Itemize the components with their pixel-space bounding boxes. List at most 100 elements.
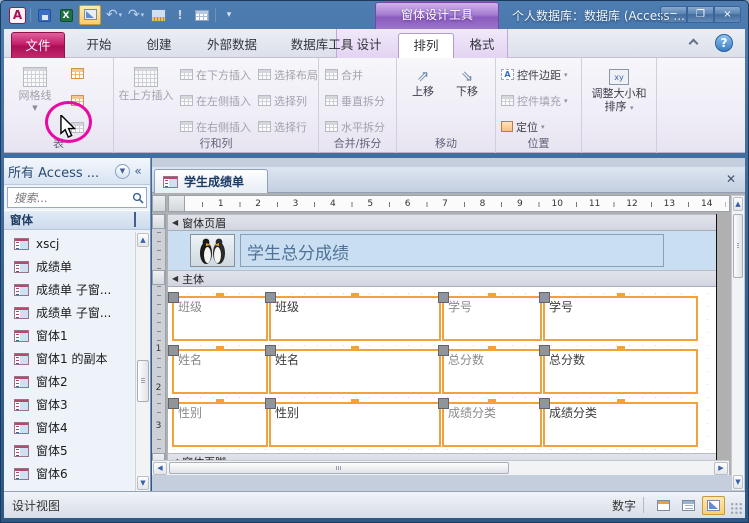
help-button[interactable]: ? [715,34,733,52]
section-selector-box[interactable] [152,214,165,229]
horizontal-scrollbar[interactable]: ◀ ▶ [152,460,729,475]
nav-section-forms[interactable]: 窗体 [4,210,150,230]
scroll-down-arrow-icon[interactable]: ▼ [137,476,149,490]
collapse-section-icon[interactable] [134,213,144,227]
scroll-up-arrow-icon[interactable]: ▲ [137,233,149,247]
stacked-layout-button[interactable] [64,61,90,86]
tab-format[interactable]: 格式 [456,33,508,58]
split-horizontal-button[interactable]: 水平拆分 [325,116,385,137]
insert-above-button[interactable]: 在上方插入 [116,62,176,138]
nav-form-item[interactable]: 窗体4 [4,416,135,439]
nav-form-item[interactable]: xscj [4,232,135,255]
nav-form-item[interactable]: 窗体5 [4,439,135,462]
sidebar-scrollbar[interactable]: ▲ ▼ [135,232,150,491]
close-button[interactable]: × [714,6,741,23]
datasheet-button[interactable] [193,6,211,24]
label-control[interactable]: 班级 [172,296,268,341]
sizing-ordering-button[interactable]: xy 调整大小和 排序 ▾ [586,62,652,148]
form-selector-box[interactable] [168,195,185,212]
select-layout-button[interactable]: 选择布局 [258,64,318,85]
control-margins-button[interactable]: A控件边距▾ [501,64,568,85]
form-title-label-control[interactable]: 学生总分成绩 [240,234,664,267]
minimize-button[interactable]: ─ [660,6,687,23]
insert-below-button[interactable]: 在下方插入 [180,64,251,85]
nav-menu-dropdown-button[interactable]: ▼ [115,164,130,179]
navigation-pane-header[interactable]: 所有 Access ... ▼ « [4,158,150,185]
form-view-button[interactable] [652,496,675,515]
label-control[interactable]: 成绩分类 [442,402,542,447]
textbox-control[interactable]: 性别 [269,402,441,447]
scroll-right-arrow-icon[interactable]: ▶ [714,462,728,475]
merge-button[interactable]: 合并 [325,64,363,85]
undo-button[interactable]: ↶▾ [105,6,123,24]
shutter-bar-close-button[interactable]: « [130,162,146,180]
customize-qat-button[interactable]: ▾ [220,6,238,24]
textbox-control[interactable]: 总分数 [543,349,698,394]
tab-external-data[interactable]: 外部数据 [192,33,272,58]
select-column-button[interactable]: 选择列 [258,90,307,111]
save-button[interactable] [35,6,53,24]
tab-design[interactable]: 设计 [342,33,396,58]
nav-form-item[interactable]: 成绩单 子窗... [4,278,135,301]
tab-create[interactable]: 创建 [132,33,186,58]
move-down-button[interactable]: ⇘ 下移 [447,62,487,138]
ruler-corner-box[interactable] [152,195,166,212]
anchoring-button[interactable]: 定位▾ [501,116,545,137]
insert-left-button[interactable]: 在左侧插入 [180,90,251,111]
nav-form-item[interactable]: 成绩单 [4,255,135,278]
search-icon[interactable] [132,192,144,204]
form-header-section-bar[interactable]: ◀ 窗体页眉 [168,214,716,231]
close-document-icon[interactable]: ✕ [722,171,740,189]
logo-image-control[interactable] [190,234,235,267]
vertical-scroll-thumb[interactable] [733,214,743,278]
document-tab-active[interactable]: 学生成绩单 [154,169,268,193]
horizontal-scroll-thumb[interactable] [169,462,509,474]
tab-home[interactable]: 开始 [72,33,126,58]
control-padding-button[interactable]: 控件填充▾ [501,90,568,111]
textbox-control[interactable]: 班级 [269,296,441,341]
detail-section-zone[interactable]: 班级 班级 学号 学号 姓名 姓名 总分数 总分数 [168,287,716,453]
form-wizard-button[interactable] [149,6,167,24]
move-up-button[interactable]: ⇗ 上移 [403,62,443,138]
nav-form-item[interactable]: 窗体3 [4,393,135,416]
search-input[interactable] [12,190,132,206]
design-view-qat-button[interactable] [79,5,101,25]
nav-form-item[interactable]: 窗体1 的副本 [4,347,135,370]
nav-form-item[interactable]: 窗体6 [4,462,135,485]
label-control[interactable]: 性别 [172,402,268,447]
nav-form-item[interactable]: 窗体1 [4,324,135,347]
analyze-button[interactable]: ! [171,6,189,24]
undo-dropdown-icon[interactable]: ▾ [119,11,123,19]
scroll-up-arrow-icon[interactable]: ▲ [733,197,743,211]
redo-button[interactable]: ↷▾ [127,6,145,24]
resize-grip[interactable] [730,502,743,515]
label-control[interactable]: 姓名 [172,349,268,394]
search-box[interactable] [7,187,147,208]
textbox-control[interactable]: 姓名 [269,349,441,394]
label-control[interactable]: 总分数 [442,349,542,394]
layout-view-button[interactable] [677,496,700,515]
split-vertical-button[interactable]: 垂直拆分 [325,90,385,111]
nav-form-item[interactable]: 窗体2 [4,370,135,393]
sidebar-scroll-thumb[interactable] [137,360,149,402]
tab-arrange[interactable]: 排列 [398,33,454,58]
insert-right-button[interactable]: 在右侧插入 [180,116,251,137]
section-selector-box[interactable] [152,270,165,285]
vertical-scrollbar[interactable]: ▲ ▼ [731,195,745,491]
label-control[interactable]: 学号 [442,296,542,341]
nav-form-item[interactable]: 成绩单 子窗... [4,301,135,324]
export-excel-button[interactable]: X [57,6,75,24]
restore-button[interactable]: ❐ [687,6,714,23]
scroll-left-arrow-icon[interactable]: ◀ [153,462,167,475]
access-logo-icon[interactable]: A [9,7,26,24]
redo-dropdown-icon[interactable]: ▾ [141,11,145,19]
textbox-control[interactable]: 成绩分类 [543,402,698,447]
detail-section-bar[interactable]: ◀ 主体 [168,270,716,287]
scroll-down-arrow-icon[interactable]: ▼ [733,475,743,489]
select-row-button[interactable]: 选择行 [258,116,307,137]
design-view-button[interactable] [702,496,725,515]
textbox-control[interactable]: 学号 [543,296,698,341]
collapse-ribbon-button[interactable] [687,38,699,48]
tab-file[interactable]: 文件 [11,32,65,58]
form-header-zone[interactable]: 学生总分成绩 [168,231,716,270]
